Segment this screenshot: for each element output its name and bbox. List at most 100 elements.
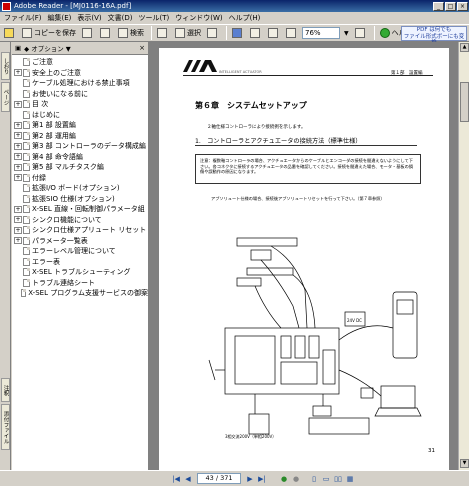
hand-tool-button[interactable]	[155, 26, 171, 40]
bookmark-item[interactable]: エラーレベル管理について	[12, 246, 148, 257]
last-page-icon[interactable]: ▶|	[257, 474, 267, 484]
bookmark-page-icon	[23, 100, 30, 109]
actual-size-button[interactable]	[266, 26, 282, 40]
zoom-dropdown[interactable]: ▼	[342, 26, 351, 40]
menu-help[interactable]: ヘルプ(H)	[229, 13, 261, 23]
bookmark-item[interactable]: + 第2 部 運用編	[12, 131, 148, 142]
maximize-button[interactable]: □	[445, 1, 456, 11]
expand-icon[interactable]: +	[14, 216, 22, 224]
document-view[interactable]: INTELLIGENT ACTUATOR 第１部 設置編 第６章 システムセット…	[149, 42, 458, 470]
bookmark-item[interactable]: + 第1 部 設置編	[12, 120, 148, 131]
expand-icon[interactable]: +	[14, 205, 22, 213]
bookmark-item[interactable]: 拡張SIO 仕様(オプション)	[12, 194, 148, 205]
bookmark-page-icon	[23, 268, 30, 277]
expand-icon[interactable]: +	[14, 163, 22, 171]
previous-view-icon[interactable]: ●	[279, 474, 289, 484]
actuator-1	[236, 237, 298, 247]
menu-file[interactable]: ファイル(F)	[4, 13, 42, 23]
options-button[interactable]: ◆ オプション ▼	[24, 43, 71, 53]
page-indicator-input[interactable]: 43 / 371	[197, 473, 241, 484]
bookmark-item[interactable]: + シンクロ仕様アプリュート リセット	[12, 225, 148, 236]
menu-edit[interactable]: 編集(E)	[48, 13, 72, 23]
tab-attachments[interactable]: 添付ファイル	[1, 404, 10, 450]
tab-bookmarks[interactable]: しおり	[1, 52, 10, 80]
bookmark-item[interactable]: ケーブル処理における禁止事項	[12, 78, 148, 89]
vertical-scrollbar[interactable]: ▲ ▼	[458, 42, 469, 470]
section-title: 1. コントローラとアクチュエータの接続方法（標準仕様）	[195, 138, 362, 145]
menu-document[interactable]: 文書(D)	[108, 13, 133, 23]
close-panel-icon[interactable]: ×	[139, 44, 145, 52]
scroll-thumb[interactable]	[460, 82, 469, 122]
single-page-icon[interactable]: ▯	[309, 474, 319, 484]
bookmark-item[interactable]: + 付録	[12, 173, 148, 184]
expand-icon[interactable]: +	[14, 132, 22, 140]
print-button[interactable]	[80, 26, 96, 40]
close-button[interactable]: ×	[457, 1, 468, 11]
rotate-button[interactable]	[353, 26, 369, 40]
bookmark-page-icon	[23, 152, 30, 161]
previous-page-icon[interactable]: ◀	[183, 474, 193, 484]
snapshot-button[interactable]	[205, 26, 221, 40]
bookmark-item[interactable]: + 第5 部 マルチタスク編	[12, 162, 148, 173]
zoom-input[interactable]: 76%	[302, 27, 340, 39]
menu-view[interactable]: 表示(V)	[77, 13, 101, 23]
bookmark-item[interactable]: + パラメータ一覧表	[12, 236, 148, 247]
select-tool-button[interactable]: 選択	[173, 26, 203, 40]
bookmark-item[interactable]: + 第4 部 命令語編	[12, 152, 148, 163]
menu-tools[interactable]: ツール(T)	[139, 13, 170, 23]
expand-icon[interactable]: +	[14, 237, 22, 245]
bookmark-label: 第5 部 マルチタスク編	[32, 163, 104, 172]
bookmark-page-icon	[23, 121, 30, 130]
bookmark-item[interactable]: + シンクロ機能について	[12, 215, 148, 226]
expand-icon[interactable]: +	[14, 121, 22, 129]
bookmark-item[interactable]: X-SEL トラブルシューティング	[12, 267, 148, 278]
facing-icon[interactable]: ▯▯	[333, 474, 343, 484]
intro-text: ２軸仕様コントローラにより接続例を示します。	[207, 125, 306, 130]
next-view-icon[interactable]: ●	[291, 474, 301, 484]
bookmark-item[interactable]: お使いになる前に	[12, 89, 148, 100]
email-button[interactable]	[98, 26, 114, 40]
bookmark-item[interactable]: ご注意	[12, 57, 148, 68]
open-button[interactable]	[2, 26, 18, 40]
absolute-note: アブソリュート仕様の場合、接続後アブソリュートリセットを行って下さい。（第７章参…	[211, 196, 385, 201]
bookmark-label: 拡張I/O ボード(オプション)	[32, 184, 120, 193]
scroll-down-arrow[interactable]: ▼	[460, 459, 469, 468]
first-page-icon[interactable]: |◀	[171, 474, 181, 484]
actuator-2-motor	[236, 277, 262, 287]
bookmark-item[interactable]: エラー表	[12, 257, 148, 268]
bookmark-item[interactable]: + 目 次	[12, 99, 148, 110]
expand-icon[interactable]: +	[14, 174, 22, 182]
next-page-icon[interactable]: ▶	[245, 474, 255, 484]
menu-window[interactable]: ウィンドウ(W)	[175, 13, 222, 23]
expand-icon[interactable]: +	[14, 153, 22, 161]
scroll-up-arrow[interactable]: ▲	[460, 43, 469, 52]
bookmark-item[interactable]: はじめに	[12, 110, 148, 121]
zoom-out-button[interactable]	[248, 26, 264, 40]
minimize-button[interactable]: _	[433, 1, 444, 11]
pdf-page: INTELLIGENT ACTUATOR 第１部 設置編 第６章 システムセット…	[159, 48, 449, 470]
copy-save-button[interactable]: コピーを保存	[20, 26, 78, 40]
bookmark-item[interactable]: X-SEL プログラム支援サービスの御案	[12, 288, 148, 299]
bookmark-page-icon	[23, 184, 30, 193]
search-button[interactable]: 検索	[116, 26, 146, 40]
continuous-icon[interactable]: ▭	[321, 474, 331, 484]
tab-pages[interactable]: ページ	[1, 82, 10, 112]
bookmark-item[interactable]: + 第3 部 コントローラのデータ構成編	[12, 141, 148, 152]
bookmark-item[interactable]: トラブル連絡シート	[12, 278, 148, 289]
zoom-out-icon	[250, 28, 260, 38]
expand-icon[interactable]: +	[14, 226, 22, 234]
bookmark-page-icon	[23, 194, 30, 203]
bookmark-item[interactable]: + X-SEL 直線・回転制御パラメータ組	[12, 204, 148, 215]
expand-icon[interactable]: +	[14, 142, 22, 150]
tab-comments[interactable]: 注釈	[1, 378, 10, 402]
expand-icon[interactable]: +	[14, 69, 22, 77]
expand-icon[interactable]: +	[14, 100, 22, 108]
fit-page-button[interactable]	[284, 26, 300, 40]
zoom-in-button[interactable]	[230, 26, 246, 40]
continuous-facing-icon[interactable]: ▦	[345, 474, 355, 484]
bookmark-item[interactable]: + 安全上のご注意	[12, 68, 148, 79]
bookmark-item[interactable]: 拡張I/O ボード(オプション)	[12, 183, 148, 194]
bookmark-tool-icon[interactable]: ▣	[15, 44, 21, 52]
bookmark-label: 第3 部 コントローラのデータ構成編	[32, 142, 146, 151]
pdf-promo-button[interactable]: PDF は何でも ファイル形式ボーにも変換	[401, 26, 467, 46]
